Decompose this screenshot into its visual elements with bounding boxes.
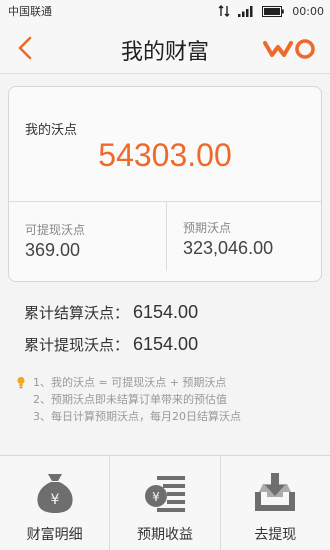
status-bar: 中国联通 00:00 <box>0 0 330 22</box>
expected-earnings-label: 预期收益 <box>136 527 193 543</box>
withdrawn-points-label: 累计提现沃点： <box>24 336 130 354</box>
note-text: 1、我的沃点 = 可提现沃点 + 预期沃点 <box>33 376 227 389</box>
note-item: 1、我的沃点 = 可提现沃点 + 预期沃点 <box>16 374 316 391</box>
nav-bar: 我的财富 <box>0 22 330 74</box>
signal-icon <box>238 5 254 17</box>
withdraw-label: 去提现 <box>254 527 297 543</box>
withdraw-button[interactable]: 去提现 <box>219 456 330 550</box>
battery-icon <box>262 5 285 17</box>
expected-points-label: 预期沃点 <box>183 221 232 235</box>
notes-list: 1、我的沃点 = 可提现沃点 + 预期沃点 2、预期沃点即未结算订单带来的预估值… <box>16 374 316 425</box>
withdrawable-points-value: 369.00 <box>25 240 81 260</box>
svg-text:¥: ¥ <box>50 492 59 508</box>
chevron-left-icon <box>18 36 32 60</box>
expected-points-value: 323,046.00 <box>183 238 274 258</box>
wealth-detail-button[interactable]: ¥ 财富明细 <box>0 456 109 550</box>
lightbulb-icon <box>17 376 25 389</box>
wealth-card: 我的沃点 54303.00 可提现沃点 369.00 预期沃点 323,046.… <box>8 86 322 282</box>
withdrawn-points-value: 6154.00 <box>133 334 199 354</box>
total-points-label: 我的沃点 <box>25 123 78 138</box>
wo-logo <box>263 39 315 59</box>
note-text: 2、预期沃点即未结算订单带来的预估值 <box>33 393 227 406</box>
note-item: 2、预期沃点即未结算订单带来的预估值 <box>16 391 316 408</box>
divider <box>9 201 321 202</box>
withdrawable-points-label: 可提现沃点 <box>25 223 86 237</box>
note-item: 3、每日计算预期沃点，每月20日结算沃点 <box>16 408 316 425</box>
coin-receipt-icon: ¥ <box>144 476 185 512</box>
withdrawn-points-row: 累计提现沃点： 6154.00 <box>24 334 198 355</box>
total-points-value: 54303.00 <box>98 137 232 173</box>
settled-points-row: 累计结算沃点： 6154.00 <box>24 302 198 323</box>
note-text: 3、每日计算预期沃点，每月20日结算沃点 <box>33 410 241 423</box>
settled-points-value: 6154.00 <box>133 302 199 322</box>
bottom-nav: ¥ 财富明细 ¥ 预期收益 去提现 <box>0 455 330 550</box>
settled-points-label: 累计结算沃点： <box>24 304 130 322</box>
svg-text:¥: ¥ <box>152 490 160 504</box>
wealth-detail-label: 财富明细 <box>26 527 83 543</box>
carrier-name: 中国联通 <box>8 5 52 18</box>
data-transfer-icon <box>218 5 230 17</box>
back-button[interactable] <box>10 32 40 64</box>
money-bag-icon: ¥ <box>37 474 73 513</box>
withdraw-tray-icon <box>255 473 296 511</box>
expected-earnings-button[interactable]: ¥ 预期收益 <box>109 456 219 550</box>
clock-time: 00:00 <box>292 4 324 18</box>
divider <box>166 201 167 271</box>
